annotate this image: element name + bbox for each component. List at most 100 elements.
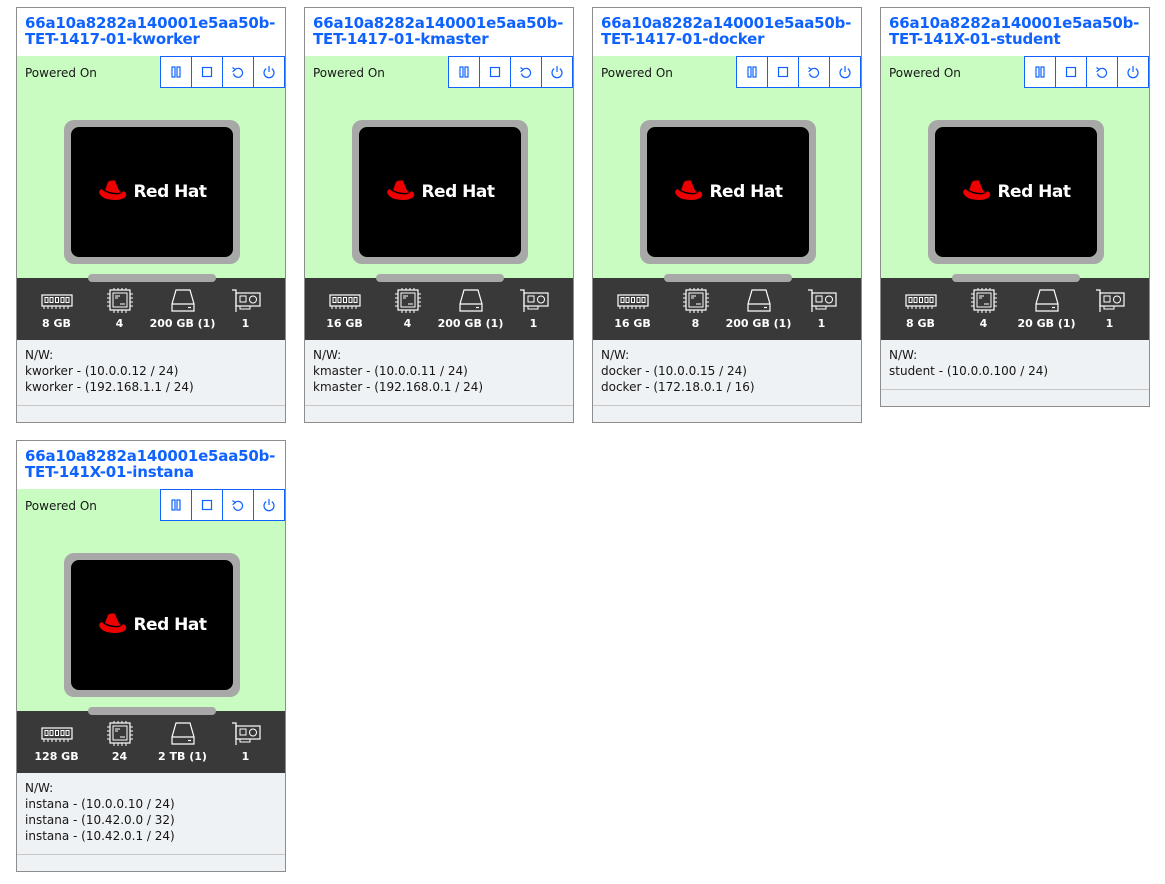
pause-icon [1035, 66, 1045, 78]
card-footer [17, 855, 285, 871]
disk-value: 200 GB (1) [437, 317, 504, 330]
spec-memory: 128 GB [27, 721, 87, 763]
power-controls [160, 56, 285, 88]
stop-button[interactable] [767, 56, 799, 88]
spec-memory: 8 GB [27, 288, 87, 330]
card-footer [881, 390, 1149, 406]
spec-memory: 8 GB [891, 288, 951, 330]
network-list: N/W: instana - (10.0.0.10 / 24) instana -… [17, 773, 285, 855]
network-items: kmaster - (10.0.0.11 / 24) kmaster - (192… [313, 363, 565, 395]
vm-title-line-1: 66a10a8282a140001e5aa50b- [601, 14, 852, 32]
pause-icon [171, 66, 181, 78]
network-entry: instana - (10.0.0.10 / 24) [25, 797, 175, 811]
nic-icon [519, 289, 549, 312]
vm-console-thumbnail[interactable]: Red Hat [928, 120, 1104, 264]
power-button[interactable] [1117, 56, 1149, 88]
nic-value: 1 [241, 750, 250, 763]
spec-cpu: 4 [90, 288, 150, 330]
cpu-icon [106, 288, 133, 313]
vm-title-line-1: 66a10a8282a140001e5aa50b- [313, 14, 564, 32]
power-button[interactable] [253, 489, 285, 521]
power-controls [160, 489, 285, 521]
vm-card: 66a10a8282a140001e5aa50b- TET-1417-01-km… [304, 7, 574, 423]
vm-title-link[interactable]: 66a10a8282a140001e5aa50b- TET-1417-01-kw… [17, 8, 285, 56]
vm-title-link[interactable]: 66a10a8282a140001e5aa50b- TET-1417-01-km… [305, 8, 573, 56]
power-button[interactable] [541, 56, 573, 88]
memory-icon [616, 294, 649, 309]
redhat-logo: Red Hat [97, 179, 207, 205]
vm-console-thumbnail[interactable]: Red Hat [64, 120, 240, 264]
memory-icon [40, 294, 73, 309]
redhat-logo-text: Red Hat [997, 182, 1071, 202]
vm-console-area: Powered On Red Hat [305, 56, 573, 282]
restart-icon [520, 67, 532, 78]
network-entry: kworker - (192.168.1.1 / 24) [25, 380, 194, 394]
vm-card: 66a10a8282a140001e5aa50b- TET-1417-01-do… [592, 7, 862, 423]
restart-icon [808, 67, 820, 78]
vm-title-link[interactable]: 66a10a8282a140001e5aa50b- TET-141X-01-st… [881, 8, 1149, 56]
disk-value: 20 GB (1) [1017, 317, 1076, 330]
vm-screen: Red Hat [359, 127, 521, 257]
vm-title-link[interactable]: 66a10a8282a140001e5aa50b- TET-1417-01-do… [593, 8, 861, 56]
redhat-hat-icon [99, 613, 127, 633]
network-entry: kmaster - (192.168.0.1 / 24) [313, 380, 484, 394]
power-icon [263, 499, 275, 512]
restart-button[interactable] [1086, 56, 1118, 88]
stop-icon [489, 66, 501, 78]
redhat-logo: Red Hat [97, 612, 207, 638]
disk-icon [170, 722, 195, 745]
power-status: Powered On [25, 66, 97, 80]
stop-button[interactable] [191, 56, 223, 88]
pause-button[interactable] [1024, 56, 1056, 88]
pause-button[interactable] [448, 56, 480, 88]
network-list: N/W: docker - (10.0.0.15 / 24) docker - (… [593, 340, 861, 406]
network-items: docker - (10.0.0.15 / 24) docker - (172.1… [601, 363, 853, 395]
vm-card: 66a10a8282a140001e5aa50b- TET-141X-01-in… [16, 440, 286, 872]
pause-button[interactable] [160, 489, 192, 521]
memory-value: 8 GB [906, 317, 935, 330]
network-entry: kmaster - (10.0.0.11 / 24) [313, 364, 468, 378]
vm-title-line-2: TET-1417-01-kworker [25, 30, 200, 48]
memory-value: 128 GB [34, 750, 79, 763]
network-header: N/W: [601, 348, 630, 362]
vm-title-link[interactable]: 66a10a8282a140001e5aa50b- TET-141X-01-in… [17, 441, 285, 489]
vm-console-thumbnail[interactable]: Red Hat [64, 553, 240, 697]
monitor-stand [88, 274, 216, 282]
network-entry: student - (10.0.0.100 / 24) [889, 364, 1049, 378]
power-icon [263, 66, 275, 79]
stop-button[interactable] [1055, 56, 1087, 88]
redhat-logo-text: Red Hat [421, 182, 495, 202]
redhat-hat-icon [387, 180, 415, 200]
monitor-stand [88, 707, 216, 715]
network-header: N/W: [25, 781, 54, 795]
restart-button[interactable] [222, 56, 254, 88]
spec-cpu: 4 [378, 288, 438, 330]
power-button[interactable] [829, 56, 861, 88]
vm-screen: Red Hat [935, 127, 1097, 257]
disk-value: 2 TB (1) [158, 750, 207, 763]
restart-button[interactable] [222, 489, 254, 521]
network-list: N/W: kmaster - (10.0.0.11 / 24) kmaster -… [305, 340, 573, 406]
vm-console-thumbnail[interactable]: Red Hat [352, 120, 528, 264]
network-entry: kworker - (10.0.0.12 / 24) [25, 364, 179, 378]
power-button[interactable] [253, 56, 285, 88]
memory-value: 8 GB [42, 317, 71, 330]
vm-title-line-2: TET-141X-01-student [889, 30, 1061, 48]
card-footer [17, 406, 285, 422]
nic-value: 1 [241, 317, 250, 330]
cpu-value: 8 [691, 317, 700, 330]
redhat-hat-icon [99, 180, 127, 200]
memory-icon [904, 294, 937, 309]
stop-icon [201, 66, 213, 78]
stop-button[interactable] [191, 489, 223, 521]
vm-console-thumbnail[interactable]: Red Hat [640, 120, 816, 264]
restart-button[interactable] [798, 56, 830, 88]
redhat-logo: Red Hat [385, 179, 495, 205]
stop-button[interactable] [479, 56, 511, 88]
cpu-icon [682, 288, 709, 313]
power-controls [736, 56, 861, 88]
cpu-icon [394, 288, 421, 313]
pause-button[interactable] [160, 56, 192, 88]
pause-button[interactable] [736, 56, 768, 88]
restart-button[interactable] [510, 56, 542, 88]
